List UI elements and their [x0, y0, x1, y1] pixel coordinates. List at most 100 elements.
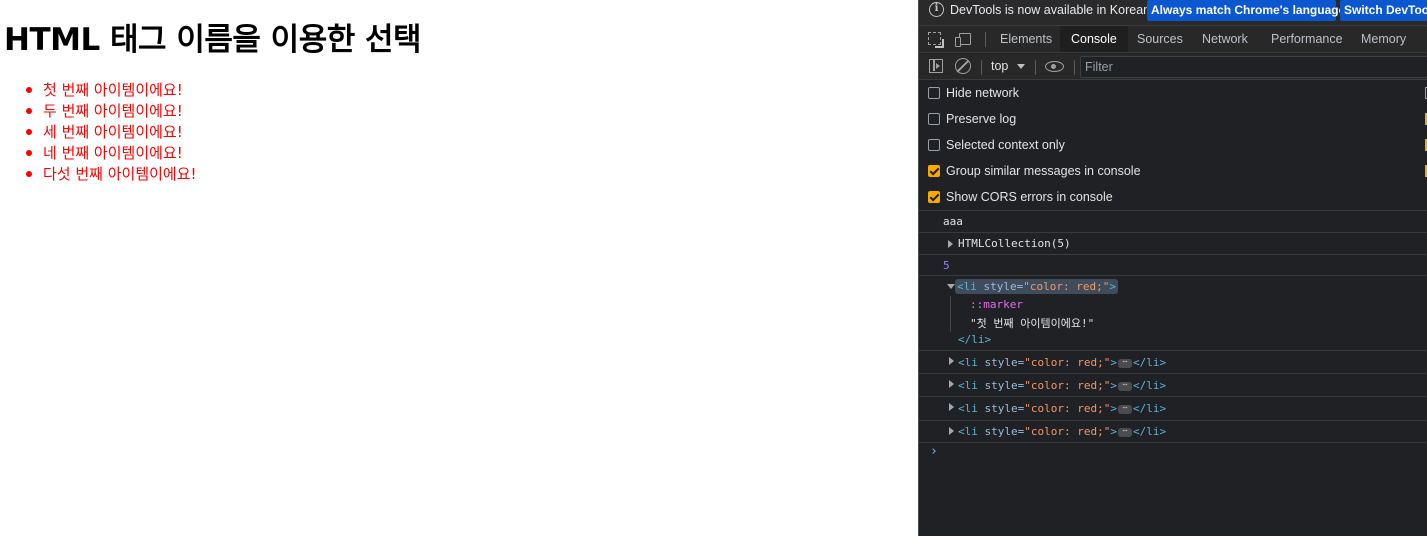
- device-toolbar-icon[interactable]: [955, 32, 971, 48]
- attr-value: "color: red;": [1024, 356, 1111, 369]
- devtools-panel: i DevTools is now available in Korean! A…: [918, 0, 1427, 536]
- setting-hide-network[interactable]: Hide network: [919, 80, 1427, 106]
- console-log-message[interactable]: <li style="color: red;"> ⋯ </li>: [919, 421, 1427, 443]
- console-prompt[interactable]: ›: [930, 444, 938, 459]
- ellipsis-icon[interactable]: ⋯: [1117, 357, 1132, 368]
- tag-bracket: >: [1110, 379, 1117, 392]
- device-phone-shape: [955, 37, 961, 47]
- toolbar-divider: [1074, 60, 1075, 75]
- tag-bracket: >: [1109, 280, 1116, 293]
- expand-arrow-icon[interactable]: [949, 427, 954, 435]
- ellipsis-icon[interactable]: ⋯: [1117, 380, 1132, 391]
- group-similar-checkbox[interactable]: [928, 165, 940, 177]
- html-collection[interactable]: HTMLCollection(5): [958, 237, 1071, 250]
- list-item-text: 네 번째 아이템이에요!: [43, 144, 183, 162]
- inspect-element-icon[interactable]: [928, 32, 944, 48]
- log-text: aaa: [943, 215, 963, 228]
- tag-open: <li: [957, 280, 977, 293]
- list-item-text: 다섯 번째 아이템이에요!: [43, 165, 197, 183]
- li-element-collapsed[interactable]: <li style="color: red;"> ⋯ </li>: [958, 425, 1166, 438]
- console-log-message[interactable]: HTMLCollection(5): [919, 233, 1427, 255]
- bullet-icon: [26, 87, 32, 93]
- list-item-text: 첫 번째 아이템이에요!: [43, 81, 183, 99]
- setting-label: Preserve log: [946, 112, 1017, 126]
- tab-memory[interactable]: Memory: [1350, 26, 1417, 52]
- tab-network[interactable]: Network: [1191, 26, 1259, 52]
- tag-open: <li: [958, 425, 978, 438]
- web-page: HTML 태그 이름을 이용한 선택 첫 번째 아이템이에요! 두 번째 아이템…: [0, 0, 918, 536]
- selected-context-checkbox[interactable]: [928, 139, 940, 151]
- ellipsis-icon[interactable]: ⋯: [1117, 403, 1132, 414]
- setting-label: Selected context only: [946, 138, 1065, 152]
- show-sidebar-icon[interactable]: [929, 59, 943, 73]
- tab-sources[interactable]: Sources: [1126, 26, 1194, 52]
- attr-name: style=: [984, 425, 1025, 438]
- li-element-open[interactable]: <li style="color: red;">: [955, 279, 1118, 294]
- devtools-tab-bar: Elements Console Sources Network Perform…: [919, 26, 1427, 53]
- list-item: 두 번째 아이템이에요!: [24, 102, 197, 123]
- console-filter-input[interactable]: Filter: [1080, 56, 1427, 78]
- live-expression-eye-icon[interactable]: [1045, 61, 1064, 72]
- context-selector[interactable]: top: [991, 59, 1008, 73]
- bullet-icon: [26, 108, 32, 114]
- item-list: 첫 번째 아이템이에요! 두 번째 아이템이에요! 세 번째 아이템이에요! 네…: [24, 81, 197, 186]
- tag-close: </li>: [1132, 425, 1167, 438]
- setting-label: Hide network: [946, 86, 1019, 100]
- marker-pseudo[interactable]: ::marker: [970, 298, 1023, 311]
- list-item-text: 세 번째 아이템이에요!: [43, 123, 183, 141]
- infobar-text: DevTools is now available in Korean!: [950, 3, 1154, 17]
- clear-console-icon[interactable]: [955, 58, 971, 74]
- console-log-message[interactable]: <li style="color: red;"> ⋯ </li>: [919, 397, 1427, 421]
- tag-close: </li>: [1132, 402, 1167, 415]
- tab-elements[interactable]: Elements: [989, 26, 1063, 52]
- li-element-collapsed[interactable]: <li style="color: red;"> ⋯ </li>: [958, 379, 1166, 392]
- tab-performance[interactable]: Performance: [1260, 26, 1354, 52]
- console-messages: aaa HTMLCollection(5) 5 <li style="color…: [919, 210, 1427, 443]
- setting-preserve-log[interactable]: Preserve log: [919, 106, 1427, 132]
- list-item: 다섯 번째 아이템이에요!: [24, 165, 197, 186]
- list-item: 세 번째 아이템이에요!: [24, 123, 197, 144]
- setting-show-cors-errors[interactable]: Show CORS errors in console: [919, 184, 1427, 210]
- setting-selected-context-only[interactable]: Selected context only: [919, 132, 1427, 158]
- bullet-icon: [26, 129, 32, 135]
- tag-bracket: >: [1110, 425, 1117, 438]
- tab-console[interactable]: Console: [1060, 26, 1128, 52]
- count-value: 5: [943, 259, 950, 272]
- console-log-message-expanded[interactable]: <li style="color: red;"> ::marker "첫 번째 …: [919, 276, 1427, 351]
- li-element-collapsed[interactable]: <li style="color: red;"> ⋯ </li>: [958, 356, 1166, 369]
- always-match-language-button[interactable]: Always match Chrome's language: [1147, 0, 1345, 21]
- expand-arrow-icon[interactable]: [949, 380, 954, 388]
- li-element-collapsed[interactable]: <li style="color: red;"> ⋯ </li>: [958, 402, 1166, 415]
- toolbar-divider: [985, 32, 986, 47]
- collapse-arrow-icon[interactable]: [947, 284, 955, 289]
- attr-value: "color: red;": [1024, 379, 1111, 392]
- toolbar-divider: [1035, 60, 1036, 75]
- chevron-down-icon[interactable]: [1017, 64, 1025, 69]
- preserve-log-checkbox[interactable]: [928, 113, 940, 125]
- hide-network-checkbox[interactable]: [928, 87, 940, 99]
- show-cors-errors-checkbox[interactable]: [928, 191, 940, 203]
- expand-arrow-icon[interactable]: [949, 357, 954, 365]
- list-item-text: 두 번째 아이템이에요!: [43, 102, 183, 120]
- console-log-message[interactable]: <li style="color: red;"> ⋯ </li>: [919, 351, 1427, 374]
- tag-open: <li: [958, 356, 978, 369]
- console-toolbar: top Filter: [919, 54, 1427, 80]
- console-log-message[interactable]: <li style="color: red;"> ⋯ </li>: [919, 374, 1427, 397]
- tag-close: </li>: [1132, 379, 1167, 392]
- setting-group-similar[interactable]: Group similar messages in console: [919, 158, 1427, 184]
- expand-arrow-icon[interactable]: [949, 403, 954, 411]
- bullet-icon: [26, 150, 32, 156]
- text-node[interactable]: "첫 번째 아이템이에요!": [970, 315, 1094, 331]
- attr-name: style=: [984, 379, 1025, 392]
- switch-devtools-button[interactable]: Switch DevTools: [1340, 0, 1427, 21]
- console-log-message: aaa: [919, 211, 1427, 233]
- console-log-message: 5: [919, 255, 1427, 276]
- language-infobar: i DevTools is now available in Korean! A…: [919, 0, 1427, 26]
- li-element-close: </li>: [958, 333, 992, 346]
- attr-value: "color: red;": [1023, 280, 1110, 293]
- setting-label: Group similar messages in console: [946, 164, 1141, 178]
- expand-arrow-icon[interactable]: [948, 240, 953, 248]
- tag-open: <li: [958, 402, 978, 415]
- attr-value: "color: red;": [1024, 425, 1111, 438]
- ellipsis-icon[interactable]: ⋯: [1117, 426, 1132, 437]
